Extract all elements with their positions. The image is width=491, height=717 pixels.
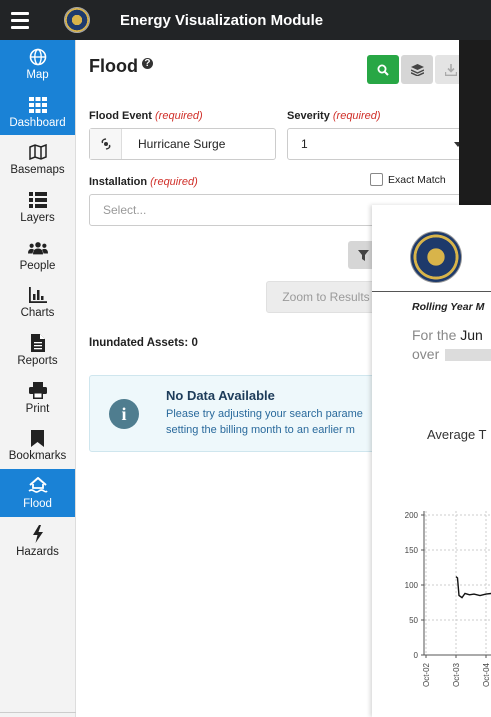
list-icon [28, 190, 48, 210]
sidebar-item-label: Flood [23, 498, 52, 511]
inundated-assets-count: Inundated Assets: 0 [89, 337, 198, 349]
flood-event-value: Hurricane Surge [138, 137, 226, 151]
filter-icon [357, 249, 369, 261]
sidebar-item-label: Dashboard [9, 116, 66, 129]
severity-label: Severity (required) [287, 110, 381, 122]
menu-icon[interactable] [0, 0, 40, 40]
sidebar-item-charts[interactable]: Charts [0, 278, 75, 326]
severity-select[interactable]: 1 [287, 128, 473, 160]
sidebar-item-flood[interactable]: Flood [0, 469, 75, 517]
page-title: Flood? [89, 56, 153, 77]
app-title: Energy Visualization Module [120, 11, 324, 29]
sidebar-item-hazards[interactable]: Hazards [0, 517, 75, 565]
bar-chart-icon [28, 285, 48, 305]
top-bar: Energy Visualization Module [0, 0, 491, 40]
sidebar-divider [0, 712, 76, 713]
chart-y-tick-label: 0 [414, 651, 419, 660]
layers-icon [410, 63, 424, 76]
seal-logo [64, 7, 90, 33]
required-marker: (required) [155, 110, 203, 122]
bookmark-icon [28, 428, 48, 448]
sidebar-item-label: Bookmarks [8, 450, 67, 463]
exact-match-label: Exact Match [388, 174, 446, 186]
report-line-chart: 200 150 100 50 0Oct-02 Oct-03 Oct-04 [405, 511, 491, 687]
sidebar-item-label: Map [26, 68, 49, 81]
report-window-edge [459, 40, 491, 205]
installation-label: Installation (required) [89, 176, 198, 188]
lightning-icon [28, 524, 48, 544]
sidebar: Map Dashboard Basemaps Layers People Cha… [0, 40, 76, 717]
chart-x-tick-label: Oct-03 [452, 662, 461, 687]
chart-y-tick-label: 200 [405, 511, 419, 520]
report-heading: Rolling Year M [412, 301, 485, 313]
sidebar-item-label: Layers [20, 211, 55, 224]
sidebar-item-basemaps[interactable]: Basemaps [0, 135, 75, 183]
sidebar-item-label: Charts [20, 307, 55, 320]
search-button[interactable] [367, 55, 399, 84]
required-marker: (required) [150, 176, 198, 188]
sidebar-item-bookmarks[interactable]: Bookmarks [0, 422, 75, 470]
zoom-to-results-button[interactable]: Zoom to Results [266, 281, 386, 313]
flood-event-label-text: Flood Event [89, 110, 152, 122]
sidebar-item-label: Print [25, 402, 50, 415]
severity-label-text: Severity [287, 110, 330, 122]
sidebar-item-label: Basemaps [10, 164, 65, 177]
download-icon [445, 63, 457, 76]
sidebar-item-label: Hazards [16, 545, 59, 558]
sidebar-item-map[interactable]: Map [0, 40, 75, 88]
map-icon [28, 142, 48, 162]
sidebar-item-people[interactable]: People [0, 231, 75, 279]
chart-x-tick-label: Oct-02 [422, 662, 431, 687]
flood-house-icon [28, 476, 48, 496]
installation-label-text: Installation [89, 176, 148, 188]
chart-y-tick-label: 50 [409, 616, 418, 625]
report-seal-logo [410, 231, 462, 283]
search-icon [377, 64, 389, 76]
sidebar-item-dashboard[interactable]: Dashboard [0, 87, 75, 136]
report-intro-over: over [412, 346, 440, 362]
alert-title: No Data Available [166, 388, 275, 403]
panel-title-text: Flood [89, 56, 138, 76]
severity-value: 1 [301, 137, 308, 151]
people-icon [27, 238, 48, 258]
sidebar-item-label: Reports [17, 354, 58, 367]
sidebar-item-label: People [19, 259, 56, 272]
globe-icon [28, 47, 48, 67]
report-intro-month: Jun [460, 327, 483, 343]
flood-event-select[interactable]: Hurricane Surge [89, 128, 276, 160]
grid-icon [28, 95, 48, 115]
flood-event-label: Flood Event (required) [89, 110, 203, 122]
redacted-text [445, 349, 491, 362]
help-icon[interactable]: ? [141, 58, 153, 69]
report-chart-subtitle: Average T [427, 427, 487, 442]
report-divider [372, 291, 491, 292]
layers-button[interactable] [401, 55, 433, 84]
hurricane-icon [90, 129, 122, 159]
chart-y-tick-label: 150 [405, 546, 419, 555]
sidebar-item-print[interactable]: Print [0, 374, 75, 422]
chart-y-tick-label: 100 [405, 581, 419, 590]
report-intro-line: For the Jun [412, 327, 483, 343]
required-marker: (required) [332, 110, 381, 122]
sidebar-item-reports[interactable]: Reports [0, 326, 75, 374]
report-intro-prefix: For the [412, 327, 461, 343]
report-intro-line-2: over [412, 346, 491, 362]
installation-placeholder: Select... [103, 203, 147, 217]
exact-match-checkbox[interactable] [370, 173, 383, 186]
report-window[interactable]: Rolling Year M For the Jun over Average … [372, 205, 491, 717]
printer-icon [28, 381, 48, 401]
info-icon: i [109, 399, 139, 429]
file-icon [28, 333, 48, 353]
chart-x-tick-label: Oct-04 [482, 662, 491, 687]
sidebar-item-layers[interactable]: Layers [0, 183, 75, 231]
